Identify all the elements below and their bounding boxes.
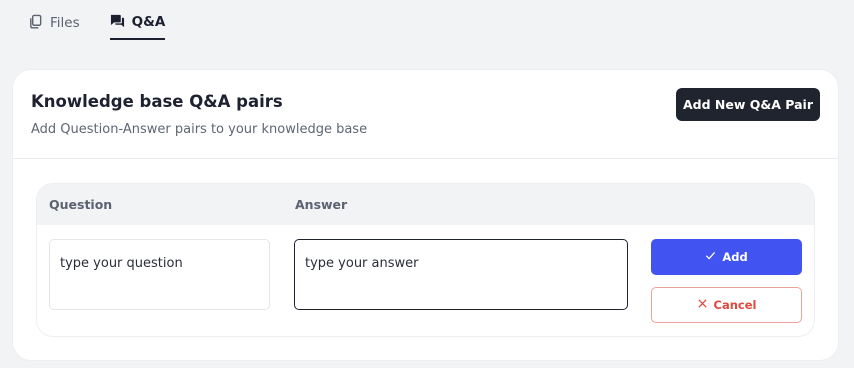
question-input[interactable] — [49, 239, 270, 310]
cancel-button-label: Cancel — [713, 298, 757, 312]
column-header-answer: Answer — [295, 197, 348, 212]
tab-qa-label: Q&A — [131, 14, 166, 30]
page-title: Knowledge base Q&A pairs — [31, 92, 283, 111]
close-icon — [697, 298, 708, 312]
card-header: Knowledge base Q&A pairs Add Question-An… — [13, 70, 838, 159]
page-subtitle: Add Question-Answer pairs to your knowle… — [31, 122, 368, 137]
add-button[interactable]: Add — [651, 239, 802, 275]
tab-files-label: Files — [50, 15, 80, 31]
chat-icon — [110, 13, 125, 32]
files-icon — [28, 14, 43, 33]
column-header-question: Question — [49, 197, 113, 212]
add-button-label: Add — [722, 250, 748, 264]
tab-qa[interactable]: Q&A — [109, 10, 166, 40]
answer-input[interactable] — [294, 239, 628, 310]
cancel-button[interactable]: Cancel — [651, 287, 802, 323]
qa-card: Knowledge base Q&A pairs Add Question-An… — [13, 70, 838, 360]
check-icon — [705, 250, 716, 264]
table-header: Question Answer — [37, 184, 814, 225]
qa-table: Question Answer Add Cancel — [37, 184, 814, 336]
add-new-qa-pair-button[interactable]: Add New Q&A Pair — [676, 88, 820, 121]
tab-files[interactable]: Files — [28, 10, 80, 36]
tab-bar: Files Q&A — [28, 10, 166, 40]
